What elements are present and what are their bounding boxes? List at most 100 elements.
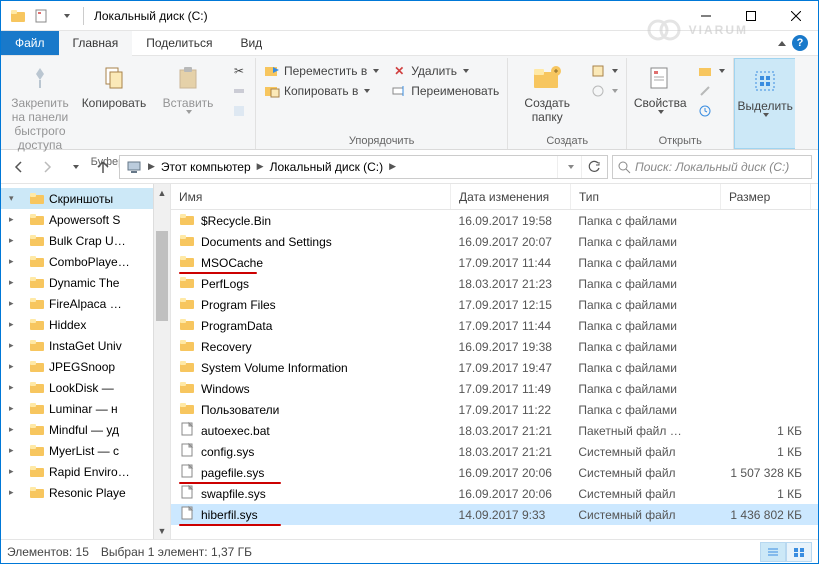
tab-file[interactable]: Файл [1,31,59,55]
select-button[interactable]: Выделить [737,63,793,119]
tab-home[interactable]: Главная [59,31,133,55]
expand-icon[interactable]: ▸ [9,424,14,435]
file-row[interactable]: hiberfil.sys14.09.2017 9:33Системный фай… [171,504,818,525]
tree-item[interactable]: ▸Apowersoft S [1,209,170,230]
tree-item[interactable]: ▸MyerList — с [1,440,170,461]
addr-dropdown-icon[interactable] [557,156,581,178]
back-button[interactable] [7,155,31,179]
tree-item[interactable]: ▸FireAlpaca … [1,293,170,314]
tree-item[interactable]: ▸Dynamic The [1,272,170,293]
expand-icon[interactable]: ▸ [9,361,14,372]
close-button[interactable] [773,1,818,31]
copy-path-button[interactable] [227,82,251,100]
crumb-this-pc[interactable]: Этот компьютер [157,156,255,178]
tree-item[interactable]: ▸Rapid Enviro… [1,461,170,482]
qat-dropdown-icon[interactable] [55,5,77,27]
file-row[interactable]: System Volume Information17.09.2017 19:4… [171,357,818,378]
properties-button[interactable]: Свойства [631,60,689,116]
qat-properties-icon[interactable] [31,5,53,27]
open-button[interactable] [693,62,729,80]
expand-icon[interactable]: ▸ [9,256,14,267]
crumb-drive-c[interactable]: Локальный диск (C:) [266,156,388,178]
paste-button[interactable]: Вставить [153,60,223,116]
scroll-up-icon[interactable]: ▲ [154,184,170,201]
copy-button[interactable]: Копировать [79,60,149,112]
file-row[interactable]: config.sys18.03.2017 21:21Системный файл… [171,441,818,462]
tree-item[interactable]: ▸Luminar — н [1,398,170,419]
search-input[interactable]: Поиск: Локальный диск (C:) [612,155,812,179]
file-row[interactable]: pagefile.sys16.09.2017 20:06Системный фа… [171,462,818,483]
chevron-right-icon[interactable]: ▶ [146,161,157,172]
expand-icon[interactable]: ▸ [9,319,14,330]
move-to-button[interactable]: Переместить в [260,62,383,80]
expand-icon[interactable]: ▸ [9,487,14,498]
expand-icon[interactable]: ▸ [9,298,14,309]
history-button[interactable] [693,102,729,120]
expand-icon[interactable]: ▸ [9,277,14,288]
file-row[interactable]: Documents and Settings16.09.2017 20:07Па… [171,231,818,252]
delete-button[interactable]: ✕Удалить [387,62,503,80]
expand-icon[interactable]: ▸ [9,382,14,393]
forward-button[interactable] [35,155,59,179]
app-icon[interactable] [7,5,29,27]
file-row[interactable]: ProgramData17.09.2017 11:44Папка с файла… [171,315,818,336]
refresh-button[interactable] [581,156,605,178]
expand-icon[interactable]: ▸ [9,403,14,414]
view-thumbnails-button[interactable] [786,542,812,562]
navigation-tree[interactable]: ▾Скриншоты▸Apowersoft S▸Bulk Crap U…▸Com… [1,184,171,539]
up-button[interactable] [91,155,115,179]
col-date[interactable]: Дата изменения [451,184,571,209]
recent-dropdown-icon[interactable] [63,155,87,179]
easy-access-button[interactable] [586,82,622,100]
pin-quickaccess-button[interactable]: Закрепить на панели быстрого доступа [5,60,75,154]
expand-icon[interactable]: ▸ [9,214,14,225]
expand-icon[interactable]: ▸ [9,466,14,477]
file-row[interactable]: PerfLogs18.03.2017 21:23Папка с файлами [171,273,818,294]
file-row[interactable]: $Recycle.Bin16.09.2017 19:58Папка с файл… [171,210,818,231]
scroll-thumb[interactable] [156,231,168,321]
crumb-pc-icon[interactable] [122,156,146,178]
address-bar[interactable]: ▶ Этот компьютер ▶ Локальный диск (C:) ▶ [119,155,608,179]
tree-item[interactable]: ▸InstaGet Univ [1,335,170,356]
tree-item[interactable]: ▸JPEGSnoop [1,356,170,377]
file-row[interactable]: Recovery16.09.2017 19:38Папка с файлами [171,336,818,357]
help-icon[interactable]: ? [792,35,808,51]
rename-button[interactable]: Переименовать [387,82,503,100]
minimize-button[interactable] [683,1,728,31]
file-row[interactable]: autoexec.bat18.03.2017 21:21Пакетный фай… [171,420,818,441]
tab-view[interactable]: Вид [226,31,276,55]
tree-item[interactable]: ▸ComboPlaye… [1,251,170,272]
expand-icon[interactable]: ▾ [9,193,14,204]
col-type[interactable]: Тип [571,184,721,209]
tree-item[interactable]: ▸Bulk Crap U… [1,230,170,251]
copy-to-button[interactable]: Копировать в [260,82,383,100]
cut-button[interactable]: ✂ [227,62,251,80]
tree-item[interactable]: ▸Mindful — уд [1,419,170,440]
file-row[interactable]: Пользователи17.09.2017 11:22Папка с файл… [171,399,818,420]
new-item-button[interactable] [586,62,622,80]
expand-icon[interactable]: ▸ [9,445,14,456]
chevron-right-icon[interactable]: ▶ [387,161,398,172]
edit-button[interactable] [693,82,729,100]
tree-scrollbar[interactable]: ▲▼ [153,184,170,539]
chevron-right-icon[interactable]: ▶ [255,161,266,172]
expand-icon[interactable]: ▸ [9,340,14,351]
col-name[interactable]: Имя [171,184,451,209]
tree-item[interactable]: ▸Resonic Playe [1,482,170,503]
file-row[interactable]: Windows17.09.2017 11:49Папка с файлами [171,378,818,399]
col-size[interactable]: Размер [721,184,811,209]
tree-item[interactable]: ▸Hiddex [1,314,170,335]
collapse-ribbon-icon[interactable] [778,41,786,46]
maximize-button[interactable] [728,1,773,31]
tree-item[interactable]: ▸LookDisk — [1,377,170,398]
file-row[interactable]: MSOCache17.09.2017 11:44Папка с файлами [171,252,818,273]
tree-item[interactable]: ▾Скриншоты [1,188,170,209]
tab-share[interactable]: Поделиться [132,31,226,55]
scroll-down-icon[interactable]: ▼ [154,522,170,539]
new-folder-button[interactable]: Создать папку [512,60,582,126]
file-row[interactable]: Program Files17.09.2017 12:15Папка с фай… [171,294,818,315]
paste-shortcut-button[interactable] [227,102,251,120]
view-details-button[interactable] [760,542,786,562]
file-row[interactable]: swapfile.sys16.09.2017 20:06Системный фа… [171,483,818,504]
expand-icon[interactable]: ▸ [9,235,14,246]
